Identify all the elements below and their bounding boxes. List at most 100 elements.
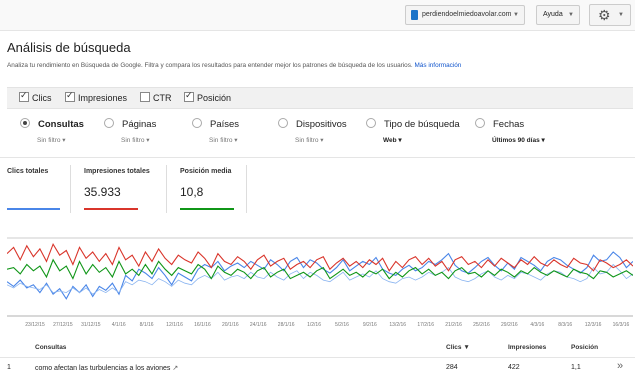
chevron-down-icon: ▾ [320,137,324,144]
x-tick-label: 16/3/16 [613,322,630,328]
gear-icon: ⚙ [598,7,611,23]
x-tick-label: 13/2/16 [389,322,406,328]
x-tick-label: 21/2/16 [445,322,462,328]
checkbox-icon [140,92,150,102]
column-header-impressions[interactable]: Impresiones [508,344,546,351]
checkbox-icon [19,90,29,102]
metric-checkbox-ctr[interactable]: CTR [140,92,172,103]
x-tick-label: 29/2/16 [501,322,518,328]
metric-label: Impresiones [78,93,128,103]
filter-label: Últimos 90 días [492,137,540,144]
x-tick-label: 8/1/16 [140,322,154,328]
chevron-down-icon: ▾ [234,137,238,144]
metric-label: Posición [197,93,232,103]
help-label: Ayuda [543,11,563,18]
x-tick-label: 31/12/15 [81,322,101,328]
filter-search-type[interactable]: Web ▾ [383,136,402,144]
row-index: 1 [7,364,11,371]
dimension-label: Tipo de búsqueda [384,119,460,130]
filter-label: Sin filtro [37,137,61,144]
dimension-label: Dispositivos [296,119,347,130]
chevron-down-icon: ▼ [568,12,574,18]
dimension-label: Fechas [493,119,525,130]
radio-icon [366,118,376,128]
x-tick-label: 4/1/16 [112,322,126,328]
card-label: Clics totales [7,168,49,175]
metric-label: Clics [32,93,52,103]
dimension-devices[interactable]: Dispositivos [278,118,347,130]
card-average-position[interactable]: Posición media 10,8 [180,168,234,210]
chevron-down-icon: ▼ [618,12,624,18]
dimension-countries[interactable]: Países [192,118,239,130]
position-color-bar [180,208,234,210]
metric-checkbox-clicks[interactable]: Clics [19,90,52,103]
more-info-link[interactable]: Más información [414,62,461,69]
x-tick-label: 4/3/16 [530,322,544,328]
filter-queries[interactable]: Sin filtro ▾ [37,136,66,144]
x-tick-label: 12/3/16 [585,322,602,328]
radio-icon [475,118,485,128]
x-tick-label: 5/2/16 [335,322,349,328]
divider [166,165,167,213]
dimension-label: Países [210,119,240,130]
card-total-clicks[interactable]: Clics totales [7,168,60,210]
card-label: Impresiones totales [84,168,150,175]
settings-button[interactable]: ⚙ ▼ [589,4,631,26]
row-clicks: 284 [446,364,458,371]
impressions-color-bar [84,208,138,210]
page-title: Análisis de búsqueda [7,40,131,55]
chevron-down-icon: ▾ [62,137,66,144]
dimension-pages[interactable]: Páginas [104,118,156,130]
x-tick-label: 20/1/16 [222,322,239,328]
x-tick-label: 27/12/15 [53,322,73,328]
divider [246,165,247,213]
radio-icon [20,118,30,128]
site-icon [411,10,418,20]
card-value: 10,8 [180,185,204,199]
column-header-position[interactable]: Posición [571,344,598,351]
radio-icon [278,118,288,128]
radio-icon [192,118,202,128]
filter-label: Sin filtro [295,137,319,144]
chevron-down-icon: ▾ [398,137,402,144]
chevron-right-icon[interactable]: » [617,360,623,372]
top-bar: perdiendoelmiedoavolar.com ▼ Ayuda ▼ ⚙ ▼ [0,0,635,31]
chevron-down-icon: ▼ [513,12,519,18]
x-tick-label: 12/1/16 [166,322,183,328]
external-link-icon[interactable]: ↗ [172,365,178,372]
row-position: 1,1 [571,364,581,371]
x-tick-label: 16/1/16 [194,322,211,328]
metric-checkbox-impressions[interactable]: Impresiones [65,90,128,103]
site-selector[interactable]: perdiendoelmiedoavolar.com ▼ [405,5,525,25]
dimension-search-type[interactable]: Tipo de búsqueda [366,118,460,130]
checkbox-icon [184,90,194,102]
dimension-dates[interactable]: Fechas [475,118,524,130]
divider [0,157,635,158]
site-name: perdiendoelmiedoavolar.com [422,11,512,18]
page-description: Analiza tu rendimiento en Búsqueda de Go… [7,62,461,69]
x-tick-label: 28/1/16 [278,322,295,328]
column-header-clicks[interactable]: Clics ▼ [446,344,470,351]
filter-dates[interactable]: Últimos 90 días ▾ [492,136,545,144]
x-tick-label: 24/1/16 [250,322,267,328]
filter-countries[interactable]: Sin filtro ▾ [209,136,238,144]
column-header-queries[interactable]: Consultas [35,344,66,351]
x-tick-label: 23/12/15 [25,322,45,328]
metric-label: CTR [153,93,172,103]
x-tick-label: 1/2/16 [307,322,321,328]
radio-icon [104,118,114,128]
x-tick-label: 17/2/16 [417,322,434,328]
filter-label: Web [383,137,397,144]
dimension-label: Páginas [122,119,157,130]
filter-pages[interactable]: Sin filtro ▾ [121,136,150,144]
chevron-down-icon: ▾ [146,137,150,144]
metric-checkbox-position[interactable]: Posición [184,90,232,103]
help-button[interactable]: Ayuda ▼ [536,5,580,25]
card-total-impressions[interactable]: Impresiones totales 35.933 [84,168,150,210]
dimension-queries[interactable]: Consultas [20,118,84,130]
filter-devices[interactable]: Sin filtro ▾ [295,136,324,144]
row-query: como afectan las turbulencias a los avio… [35,364,178,372]
description-text: Analiza tu rendimiento en Búsqueda de Go… [7,62,413,69]
checkbox-icon [65,90,75,102]
x-tick-label: 8/3/16 [558,322,572,328]
